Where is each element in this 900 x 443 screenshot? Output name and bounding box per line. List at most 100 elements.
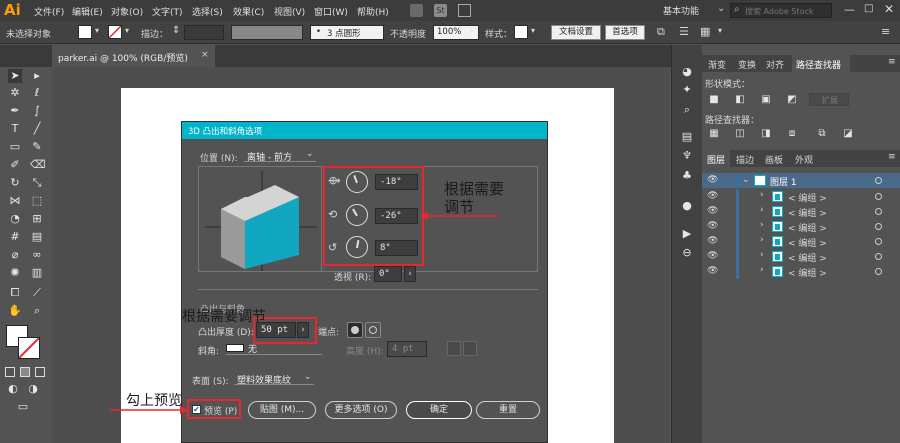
perspective-field[interactable]: 0° [374, 266, 402, 282]
sublayer-row[interactable]: 👁 › < 编组 > [702, 219, 900, 234]
eyedropper-tool-icon[interactable]: ⌀ [8, 248, 22, 262]
target-icon[interactable] [875, 208, 882, 215]
color-mode-icon[interactable] [5, 367, 15, 377]
minus-back-icon[interactable]: ◪ [841, 127, 855, 141]
menu-icon[interactable]: ≡ [888, 152, 896, 162]
none-mode-icon[interactable] [35, 367, 45, 377]
shaper-tool-icon[interactable]: ✐ [8, 158, 22, 172]
eraser-tool-icon[interactable]: ⌫ [30, 158, 46, 172]
zoom-tool-icon[interactable]: ⌕ [30, 304, 44, 318]
brush-definition[interactable]: • 3 点圆形 [310, 25, 384, 40]
tab-stroke[interactable]: 描边 [736, 153, 754, 166]
hand-tool-icon[interactable]: ✋ [8, 304, 22, 318]
exclude-icon[interactable]: ◩ [785, 93, 799, 107]
menu-file[interactable]: 文件(F) [34, 5, 64, 18]
chevron-down-icon[interactable]: ▾ [125, 26, 129, 35]
symbol-sprayer-tool-icon[interactable]: ✺ [8, 266, 22, 280]
chevron-down-icon[interactable]: ⌄ [717, 3, 725, 14]
crop-icon[interactable]: ⧈ [785, 127, 799, 141]
stock-icon[interactable]: St [434, 4, 447, 17]
column-graph-tool-icon[interactable]: ▥ [30, 266, 44, 280]
trim-icon[interactable]: ◫ [733, 127, 747, 141]
graphic-style-swatch[interactable] [514, 25, 528, 39]
chevron-right-icon[interactable]: › [760, 250, 764, 260]
symbols-icon[interactable]: ♆ [680, 149, 694, 163]
variable-width-profile[interactable] [231, 25, 303, 40]
chevron-right-icon[interactable]: › [760, 190, 764, 200]
reset-button[interactable]: 重置 [476, 401, 540, 419]
eye-icon[interactable]: 👁 [707, 221, 718, 231]
merge-icon[interactable]: ◨ [759, 127, 773, 141]
chevron-right-icon[interactable]: › [760, 235, 764, 245]
sublayer-row[interactable]: 👁 › < 编组 > [702, 264, 900, 279]
type-tool-icon[interactable]: T [8, 122, 22, 136]
perspective-grid-tool-icon[interactable]: ⊞ [30, 212, 44, 226]
rectangle-tool-icon[interactable]: ▭ [8, 140, 22, 154]
gradient-mode-icon[interactable] [20, 367, 30, 377]
menu-effect[interactable]: 效果(C) [233, 5, 264, 18]
tab-appearance[interactable]: 外观 [795, 153, 813, 166]
transform-icon[interactable]: ⧉ [657, 25, 665, 39]
sublayer-row[interactable]: 👁 › < 编组 > [702, 234, 900, 249]
color-panel-icon[interactable]: ◕ [680, 65, 694, 79]
tab-align[interactable]: 对齐 [766, 58, 784, 71]
lasso-tool-icon[interactable]: ℓ [30, 86, 44, 100]
draw-mode-icon[interactable]: ◐ [6, 382, 20, 396]
cap-on-button[interactable] [347, 322, 363, 338]
tab-pathfinder[interactable]: 路径查找器 [796, 58, 841, 71]
menu-window[interactable]: 窗口(W) [314, 5, 348, 18]
scale-tool-icon[interactable]: ⤡ [30, 176, 44, 190]
tab-close-icon[interactable]: × [201, 50, 209, 60]
color-guide-icon[interactable]: ✦ [680, 83, 694, 97]
mesh-tool-icon[interactable]: # [8, 230, 22, 244]
menu-icon[interactable]: ≡ [881, 25, 890, 38]
menu-icon[interactable]: ≡ [888, 57, 896, 67]
sublayer-name[interactable]: < 编组 > [788, 251, 827, 264]
sublayer-row[interactable]: 👁 › < 编组 > [702, 204, 900, 219]
intersect-icon[interactable]: ▣ [759, 93, 773, 107]
align-options-icon[interactable]: ▦ [700, 25, 710, 38]
divide-icon[interactable]: ▦ [707, 127, 721, 141]
tab-gradient[interactable]: 渐变 [708, 58, 726, 71]
menu-object[interactable]: 对象(O) [111, 5, 143, 18]
slice-tool-icon[interactable]: ⟋ [30, 286, 44, 300]
target-icon[interactable] [875, 238, 882, 245]
sublayer-name[interactable]: < 编组 > [788, 236, 827, 249]
free-transform-tool-icon[interactable]: ⬚ [30, 194, 44, 208]
chevron-right-icon[interactable]: › [760, 205, 764, 215]
links-icon[interactable]: ⊖ [680, 246, 694, 260]
paintbrush-tool-icon[interactable]: ✎ [30, 140, 44, 154]
menu-select[interactable]: 选择(S) [192, 5, 223, 18]
surface-select[interactable]: 塑料效果底纹 ⌄ [234, 371, 314, 386]
chevron-down-icon[interactable]: ⌄ [742, 175, 750, 185]
opacity-label[interactable]: 不透明度 [390, 27, 426, 40]
document-tab[interactable]: parker.ai @ 100% (RGB/预览) × [52, 45, 215, 67]
close-icon[interactable]: ✕ [884, 2, 894, 16]
eye-icon[interactable]: 👁 [707, 266, 718, 276]
bevel-select[interactable]: 无 [226, 341, 322, 355]
stroke-weight-field[interactable] [184, 25, 224, 40]
chevron-down-icon[interactable]: ▾ [95, 26, 99, 35]
brushes-icon[interactable]: ▤ [680, 130, 694, 144]
arrange-documents-icon[interactable] [458, 4, 471, 17]
swatches-icon[interactable]: ⌕ [680, 103, 694, 117]
chevron-right-icon[interactable]: › [760, 220, 764, 230]
appearance-icon[interactable]: ● [680, 199, 694, 213]
outline-icon[interactable]: ⧉ [815, 127, 829, 141]
eye-icon[interactable]: 👁 [707, 175, 718, 185]
expand-button[interactable]: 扩展 [809, 93, 849, 106]
more-options-button[interactable]: 更多选项 (O) [325, 401, 397, 419]
position-select[interactable]: 离轴 - 前方 ⌄ [244, 148, 316, 163]
chevron-right-icon[interactable]: › [470, 26, 474, 36]
stroke-color-box[interactable] [18, 337, 40, 359]
tab-artboards[interactable]: 画板 [765, 153, 783, 166]
pen-tool-icon[interactable]: ✒ [8, 104, 22, 118]
layer-name[interactable]: 图层 1 [770, 175, 797, 188]
workspace-switcher[interactable]: 基本功能 [663, 4, 699, 17]
stroke-swatch[interactable] [108, 25, 122, 39]
draw-behind-icon[interactable]: ◑ [26, 382, 40, 396]
line-tool-icon[interactable]: ╱ [30, 122, 44, 136]
minus-front-icon[interactable]: ◧ [733, 93, 747, 107]
sublayer-name[interactable]: < 编组 > [788, 206, 827, 219]
gradient-tool-icon[interactable]: ▤ [30, 230, 44, 244]
